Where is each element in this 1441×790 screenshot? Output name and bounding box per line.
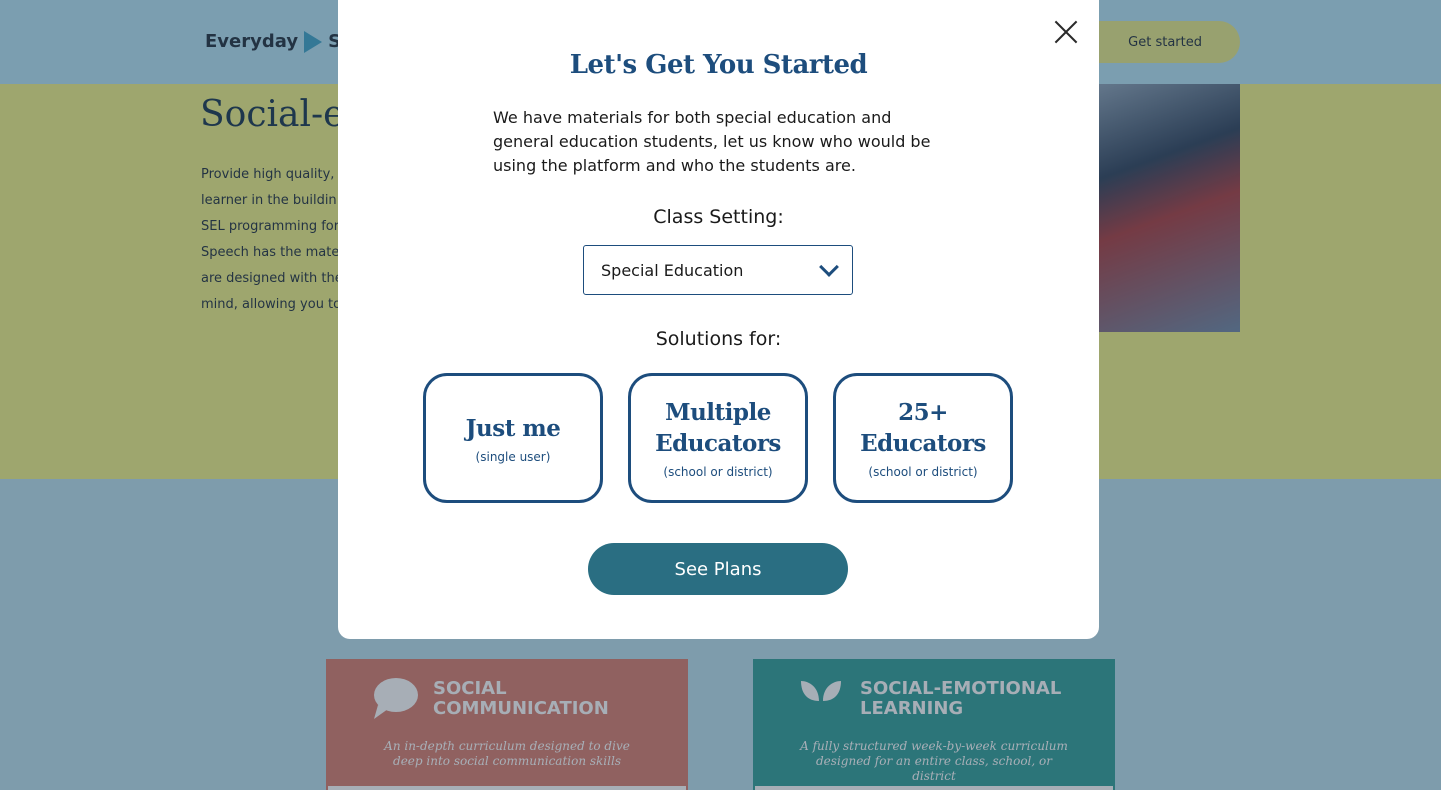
class-setting-label: Class Setting: xyxy=(653,206,784,228)
option-title: Multiple Educators xyxy=(655,399,781,457)
get-started-modal: Let's Get You Started We have materials … xyxy=(338,0,1099,639)
modal-intro: We have materials for both special educa… xyxy=(493,108,931,175)
option-just-me[interactable]: Just me (single user) xyxy=(423,373,603,503)
class-setting-select[interactable]: Special Education xyxy=(583,245,853,295)
option-subtitle: (school or district) xyxy=(868,465,978,479)
option-title: Just me xyxy=(465,414,561,442)
modal-title: Let's Get You Started xyxy=(569,50,868,80)
solutions-label: Solutions for: xyxy=(655,328,782,350)
option-title: 25+ Educators xyxy=(860,399,986,457)
option-subtitle: (single user) xyxy=(475,449,551,464)
option-subtitle: (school or district) xyxy=(663,465,773,479)
chevron-down-icon xyxy=(819,257,839,277)
close-icon[interactable] xyxy=(1054,20,1078,44)
class-setting-value: Special Education xyxy=(601,260,744,280)
option-25-plus-educators[interactable]: 25+ Educators (school or district) xyxy=(833,373,1013,503)
option-multiple-educators[interactable]: Multiple Educators (school or district) xyxy=(628,373,808,503)
see-plans-button[interactable]: See Plans xyxy=(588,543,848,595)
